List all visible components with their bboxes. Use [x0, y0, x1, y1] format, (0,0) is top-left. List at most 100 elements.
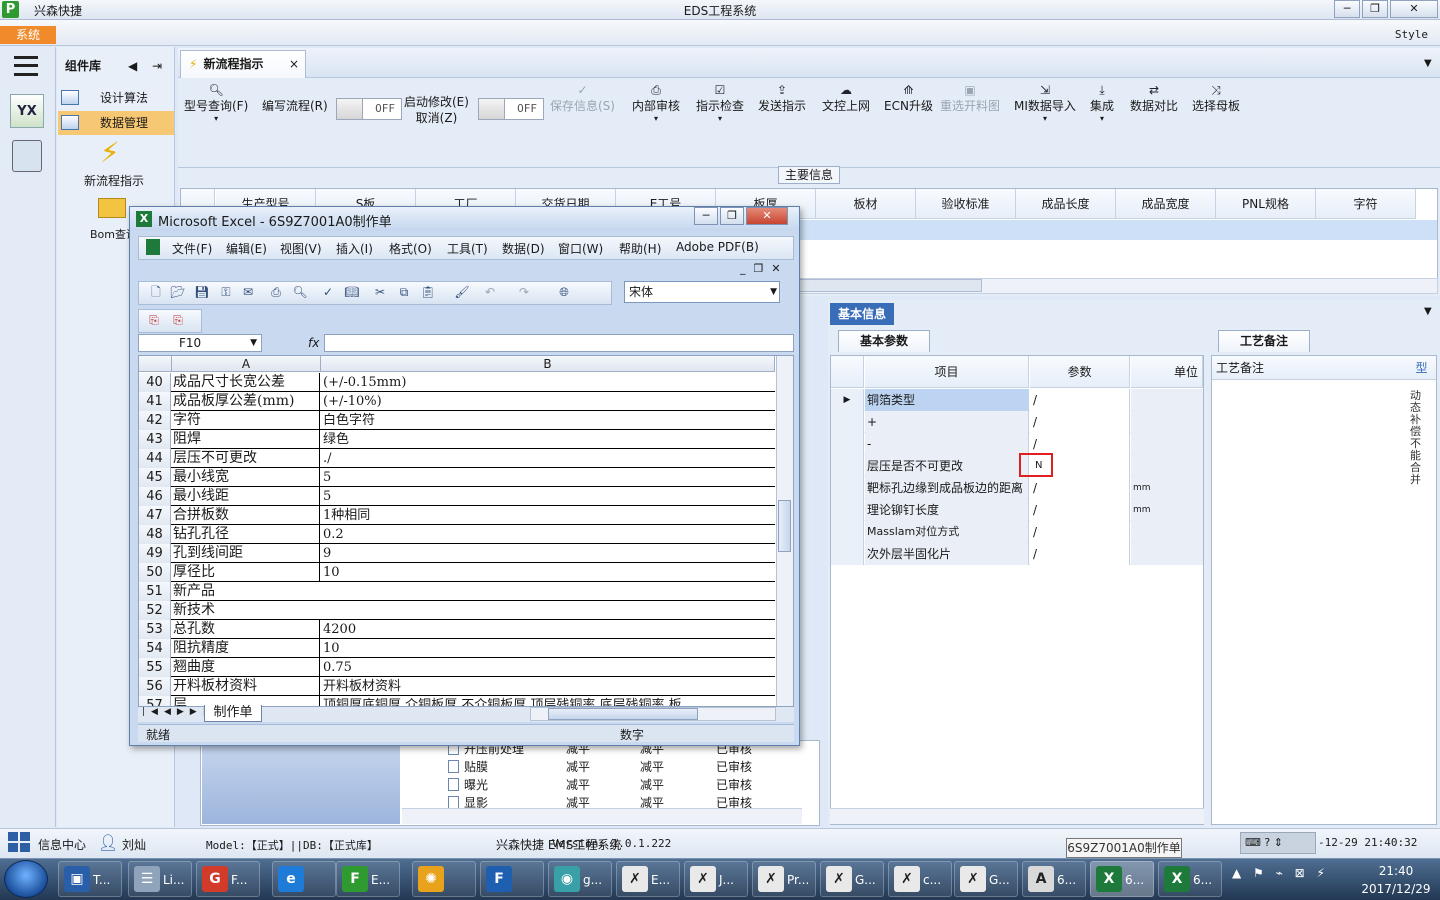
menu-tools[interactable]: 工具(T) — [447, 240, 488, 257]
cell-a[interactable]: 孔到线间距 — [172, 544, 320, 563]
font-name-select[interactable]: 宋体 ▼ — [624, 281, 780, 303]
lightning-icon[interactable]: ⚡ — [100, 136, 120, 169]
sheet-row[interactable]: 41 成品板厚公差(mm) (+/-10%) — [139, 392, 775, 411]
cell-b[interactable]: ./ — [321, 449, 775, 468]
table-row[interactable]: 靶标孔边缘到成品板边的距离 / mm — [831, 477, 1203, 499]
menu-insert[interactable]: 插入(I) — [336, 240, 373, 257]
table-row[interactable]: ▶ 铜箔类型 / — [831, 389, 1203, 411]
cell-b[interactable]: 开料板材资料 — [321, 677, 775, 696]
cell-a[interactable]: 新技术 — [172, 601, 775, 620]
write-flow-toggle[interactable]: OFF — [336, 98, 402, 120]
panel-dropdown-icon[interactable]: ▼ — [1424, 306, 1432, 317]
sheet-row[interactable]: 50 厚径比 10 — [139, 563, 775, 582]
col-header[interactable]: 板材 — [816, 189, 916, 219]
tab-basic-info[interactable]: 基本信息 — [830, 303, 894, 325]
reselect-drawing-button[interactable]: ▣ 重选开料图 — [940, 82, 1000, 114]
cell-b[interactable]: 5 — [321, 468, 775, 487]
redo-icon[interactable]: ↷ — [516, 284, 532, 300]
lib-item-design-algorithm[interactable]: 设计算法 — [58, 86, 174, 110]
row-number[interactable]: 52 — [139, 601, 171, 620]
pdf-email-icon[interactable]: ⎘ — [170, 312, 186, 328]
email-icon[interactable]: ✉ — [240, 284, 256, 300]
row-number[interactable]: 51 — [139, 582, 171, 601]
taskbar-button[interactable]: ◉ g... — [548, 861, 612, 897]
print-icon[interactable]: ⎙ — [268, 284, 284, 300]
tab-new-flow[interactable]: ⚡ 新流程指示 × — [180, 50, 306, 78]
cell-a[interactable]: 新产品 — [172, 582, 775, 601]
system-menu-tab[interactable]: 系统 — [0, 26, 56, 44]
menu-window[interactable]: 窗口(W) — [558, 240, 603, 257]
param-value[interactable]: / — [1030, 521, 1130, 543]
new-file-icon[interactable]: 🗋 — [148, 284, 164, 300]
integrate-button[interactable]: ⤓ 集成 ▾ — [1090, 82, 1114, 124]
sheet-row[interactable]: 43 阻焊 绿色 — [139, 430, 775, 449]
menu-icon[interactable] — [14, 56, 38, 76]
undo-icon[interactable]: ↶ — [482, 284, 498, 300]
sheet-row[interactable]: 56 开料板材资料 开料板材资料 — [139, 677, 775, 696]
cell-a[interactable]: 最小线距 — [172, 487, 320, 506]
cell-b[interactable]: 1种相同 — [321, 506, 775, 525]
save-icon[interactable]: 💾︎ — [194, 284, 210, 300]
row-number[interactable]: 43 — [139, 430, 171, 449]
check-instruction-button[interactable]: ☑ 指示检查 ▾ — [696, 82, 744, 124]
row-number[interactable]: 48 — [139, 525, 171, 544]
cell-b[interactable]: 4200 — [321, 620, 775, 639]
main-info-label[interactable]: 主要信息 — [778, 166, 840, 184]
paste-icon[interactable]: 📋︎ — [420, 284, 436, 300]
menu-file[interactable]: 文件(F) — [172, 240, 212, 257]
row-number[interactable]: 50 — [139, 563, 171, 582]
row-number[interactable]: 40 — [139, 373, 171, 392]
write-flow-button[interactable]: 编写流程(R) — [262, 98, 328, 114]
cell-a[interactable]: 层压不可更改 — [172, 449, 320, 468]
spelling-icon[interactable]: ✓ — [320, 284, 336, 300]
start-modify-button[interactable]: 启动修改(E) 取消(Z) — [404, 94, 469, 126]
row-selector[interactable] — [831, 543, 864, 565]
sheet-row[interactable]: 42 字符 白色字符 — [139, 411, 775, 430]
tree-row[interactable]: 显影 — [448, 794, 488, 808]
lib-item-data-management[interactable]: 数据管理 — [58, 111, 174, 135]
table-row[interactable]: 理论铆钉长度 / mm — [831, 499, 1203, 521]
sheet-row[interactable]: 45 最小线宽 5 — [139, 468, 775, 487]
cell-b[interactable]: 10 — [321, 563, 775, 582]
param-value[interactable]: / — [1030, 433, 1130, 455]
param-value[interactable]: / — [1030, 411, 1130, 433]
sheet-nav-arrows-icon[interactable]: |◀◀▶▶| — [142, 707, 212, 717]
yx-module-icon[interactable]: YX — [10, 94, 44, 128]
close-button[interactable]: ✕ — [1390, 0, 1438, 18]
formula-bar-input[interactable] — [324, 334, 794, 352]
menu-adobe-pdf[interactable]: Adobe PDF(B) — [676, 240, 759, 254]
select-mother-board-button[interactable]: ⤨ 选择母板 — [1192, 82, 1240, 114]
row-number[interactable]: 54 — [139, 639, 171, 658]
col-header[interactable]: 单位 — [1131, 356, 1203, 388]
taskbar-button[interactable]: ✗ G... — [954, 861, 1018, 897]
taskbar-button[interactable]: X 6... — [1090, 861, 1154, 897]
table-row[interactable]: Masslam对位方式 / — [831, 521, 1203, 543]
excel-maximize-button[interactable]: ❐ — [720, 207, 744, 225]
cell-b[interactable]: 白色字符 — [321, 411, 775, 430]
taskbar-button[interactable]: ✺ — [412, 861, 476, 897]
row-number[interactable]: 44 — [139, 449, 171, 468]
row-number[interactable]: 49 — [139, 544, 171, 563]
info-center-link[interactable]: 信息中心 — [38, 836, 86, 853]
data-compare-button[interactable]: ⇄ 数据对比 — [1130, 82, 1178, 114]
taskbar-button[interactable]: F — [480, 861, 544, 897]
style-menu[interactable]: Style — [1395, 28, 1428, 41]
sheet-row[interactable]: 53 总孔数 4200 — [139, 620, 775, 639]
taskbar-button[interactable]: e — [272, 861, 336, 897]
taskbar-clock[interactable]: 21:40 2017/12/29 — [1356, 862, 1436, 898]
column-header-a[interactable]: A — [172, 356, 321, 372]
col-header[interactable]: 字符 — [1316, 189, 1416, 219]
row-number[interactable]: 41 — [139, 392, 171, 411]
mi-import-button[interactable]: ⇲ MI数据导入 ▾ — [1014, 82, 1076, 124]
param-value[interactable]: / — [1030, 477, 1130, 499]
calculator-icon[interactable] — [12, 140, 42, 172]
taskbar-button[interactable]: ✗ Pr... — [752, 861, 816, 897]
excel-minimize-button[interactable]: ─ — [694, 207, 718, 225]
col-header[interactable]: 成品长度 — [1016, 189, 1116, 219]
cell-a[interactable]: 成品尺寸长宽公差 — [172, 373, 320, 392]
taskbar-button[interactable]: ✗ G... — [820, 861, 884, 897]
cell-a[interactable]: 阻焊 — [172, 430, 320, 449]
status-icons[interactable]: ⌨ ? ⇕ — [1240, 832, 1316, 854]
excel-close-button[interactable]: ✕ — [746, 207, 788, 225]
tab-list-dropdown-icon[interactable]: ▼ — [1424, 58, 1432, 69]
